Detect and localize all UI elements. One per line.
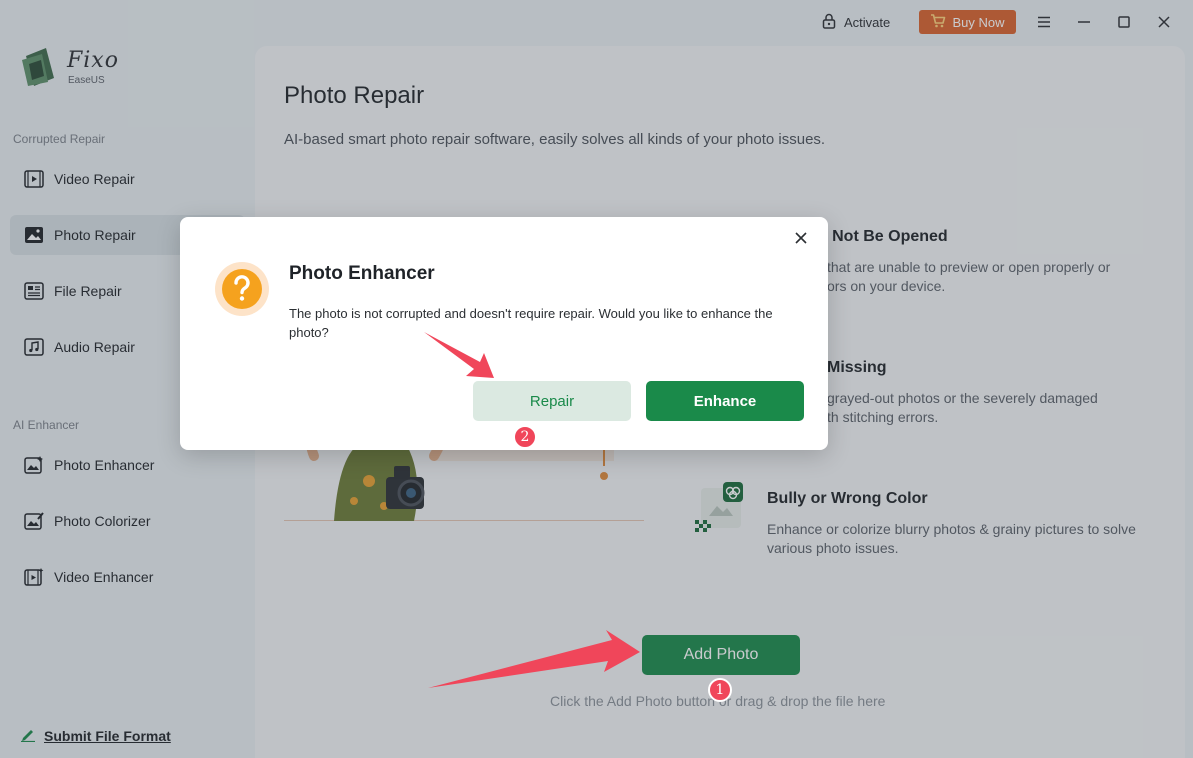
step-badge-2: 2 (513, 425, 537, 449)
photo-enhancer-dialog: Photo Enhancer The photo is not corrupte… (180, 217, 828, 450)
enhance-button[interactable]: Enhance (646, 381, 804, 421)
repair-button[interactable]: Repair (473, 381, 631, 421)
close-icon[interactable] (790, 227, 812, 249)
dialog-message: The photo is not corrupted and doesn't r… (289, 306, 773, 340)
step-badge-1: 1 (708, 678, 732, 702)
dialog-title: Photo Enhancer (289, 263, 435, 284)
question-icon (214, 261, 270, 317)
